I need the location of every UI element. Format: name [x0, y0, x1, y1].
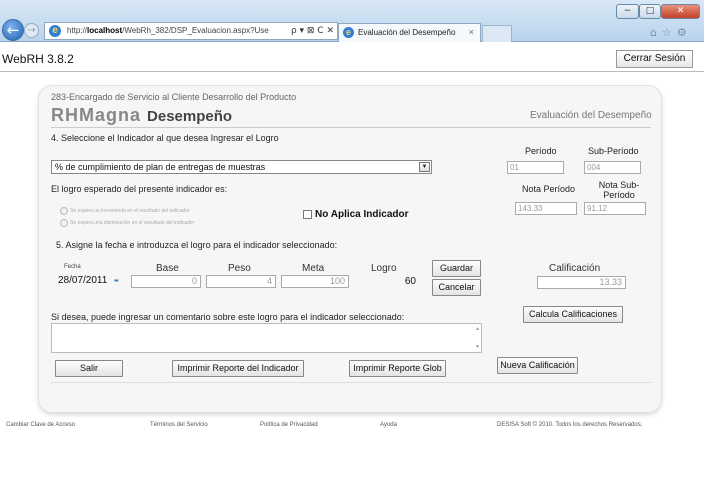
- comment-question: Si desea, puede ingresar un comentario s…: [51, 312, 405, 322]
- nota-periodo-label: Nota Período: [522, 184, 576, 194]
- url-prefix: http://: [67, 26, 88, 35]
- base-field[interactable]: 0: [131, 275, 201, 288]
- new-tab-button[interactable]: [482, 25, 512, 42]
- footer-copyright: DESISA Soft © 2010. Todos los derechos R…: [497, 422, 643, 428]
- footer-link-cambiar-clave[interactable]: Cambiar Clave de Acceso: [6, 422, 75, 428]
- tab-close-icon[interactable]: ×: [469, 24, 474, 41]
- cancelar-button[interactable]: Cancelar: [432, 279, 481, 296]
- header-divider: [0, 71, 704, 72]
- decrement-radio-label: Se espera una disminución en el resultad…: [70, 220, 195, 226]
- increment-radio-label: Se espera un incremento en el resultado …: [70, 208, 190, 214]
- back-button[interactable]: ←: [2, 19, 24, 41]
- brand-logo: RHMagna Desempeño: [51, 105, 232, 126]
- logro-question: 5. Asigne la fecha e introduzca el logro…: [56, 240, 338, 250]
- imprimir-global-button[interactable]: Imprimir Reporte Glob: [349, 360, 446, 377]
- calificacion-label: Calificación: [549, 263, 601, 274]
- comment-textarea[interactable]: ▲ ▼: [51, 323, 482, 353]
- no-aplica-checkbox[interactable]: [303, 210, 312, 219]
- tab-title: Evaluación del Desempeño: [358, 28, 456, 37]
- guardar-button[interactable]: Guardar: [432, 260, 481, 277]
- peso-field[interactable]: 4: [206, 275, 276, 288]
- nota-subperiodo-label: Nota Sub-Período: [598, 180, 640, 200]
- panel-divider: [51, 127, 651, 128]
- meta-label: Meta: [302, 263, 325, 274]
- close-window-button[interactable]: ✕: [661, 4, 700, 19]
- fecha-label: Fecha: [64, 264, 81, 270]
- forward-button[interactable]: →: [24, 23, 39, 38]
- nota-subperiodo-field[interactable]: 91.12: [584, 202, 646, 215]
- peso-label: Peso: [228, 263, 251, 274]
- address-bar[interactable]: e http://localhost/WebRh_382/DSP_Evaluac…: [44, 22, 338, 40]
- minimize-button[interactable]: −: [616, 4, 639, 19]
- brand-module: Desempeño: [147, 108, 233, 125]
- maximize-button[interactable]: □: [639, 4, 661, 19]
- indicator-question: 4. Seleccione el Indicador al que desea …: [51, 133, 279, 143]
- logout-button[interactable]: Cerrar Sesión: [616, 50, 693, 68]
- panel-bottom-divider: [51, 382, 651, 383]
- nota-periodo-field[interactable]: 143.33: [515, 202, 577, 215]
- browser-tools-icons[interactable]: ⌂☆⚙: [650, 26, 702, 40]
- increment-radio[interactable]: [60, 207, 68, 215]
- no-aplica-label: No Aplica Indicador: [315, 209, 409, 220]
- base-label: Base: [156, 263, 179, 274]
- periodo-field[interactable]: 01: [507, 161, 564, 174]
- module-title: Evaluación del Desempeño: [530, 110, 652, 121]
- address-controls[interactable]: ρ ▾ ⊠ C ✕: [291, 23, 334, 39]
- logro-field[interactable]: 60: [354, 275, 420, 288]
- imprimir-indicador-button[interactable]: Imprimir Reporte del Indicador: [172, 360, 304, 377]
- fecha-field[interactable]: 28/07/2011: [58, 275, 107, 286]
- calificacion-field[interactable]: 13.33: [537, 276, 626, 289]
- dropdown-arrow-icon[interactable]: ▼: [419, 162, 430, 172]
- meta-field[interactable]: 100: [281, 275, 349, 288]
- indicator-select[interactable]: % de cumplimiento de plan de entregas de…: [51, 160, 432, 174]
- url-host: localhost: [87, 26, 123, 35]
- expected-logro-question: El logro esperado del presente indicador…: [51, 184, 228, 194]
- scroll-up-icon[interactable]: ▲: [475, 326, 480, 332]
- calendar-icon[interactable]: ▪▪: [114, 277, 124, 285]
- browser-tab[interactable]: e Evaluación del Desempeño ×: [338, 23, 481, 42]
- footer-link-ayuda[interactable]: Ayuda: [380, 422, 397, 428]
- decrement-radio[interactable]: [60, 219, 68, 227]
- scroll-down-icon[interactable]: ▼: [475, 344, 480, 350]
- brand-name: RHMagna: [51, 105, 142, 125]
- url-path: /WebRh_382/DSP_Evaluacion.aspx?Use: [122, 26, 269, 35]
- subperiodo-field[interactable]: 004: [584, 161, 641, 174]
- indicator-selected-value: % de cumplimiento de plan de entregas de…: [55, 162, 266, 172]
- ie-page-icon: e: [49, 25, 61, 37]
- app-title: WebRH 3.8.2: [2, 52, 74, 66]
- calcula-calificaciones-button[interactable]: Calcula Calificaciones: [523, 306, 623, 323]
- tab-ie-icon: e: [343, 27, 354, 38]
- subperiodo-label: Sub-Período: [588, 146, 639, 156]
- position-subtitle: 283-Encargado de Servicio al Cliente Des…: [51, 92, 297, 102]
- footer-link-privacidad[interactable]: Política de Privacidad: [260, 422, 318, 428]
- logro-label: Logro: [371, 263, 397, 274]
- footer-link-terminos[interactable]: Términos del Servicio: [150, 422, 208, 428]
- salir-button[interactable]: Salir: [55, 360, 123, 377]
- window-controls: − □ ✕: [616, 4, 700, 19]
- periodo-label: Período: [525, 146, 557, 156]
- nueva-calificacion-button[interactable]: Nueva Calificación: [497, 357, 578, 374]
